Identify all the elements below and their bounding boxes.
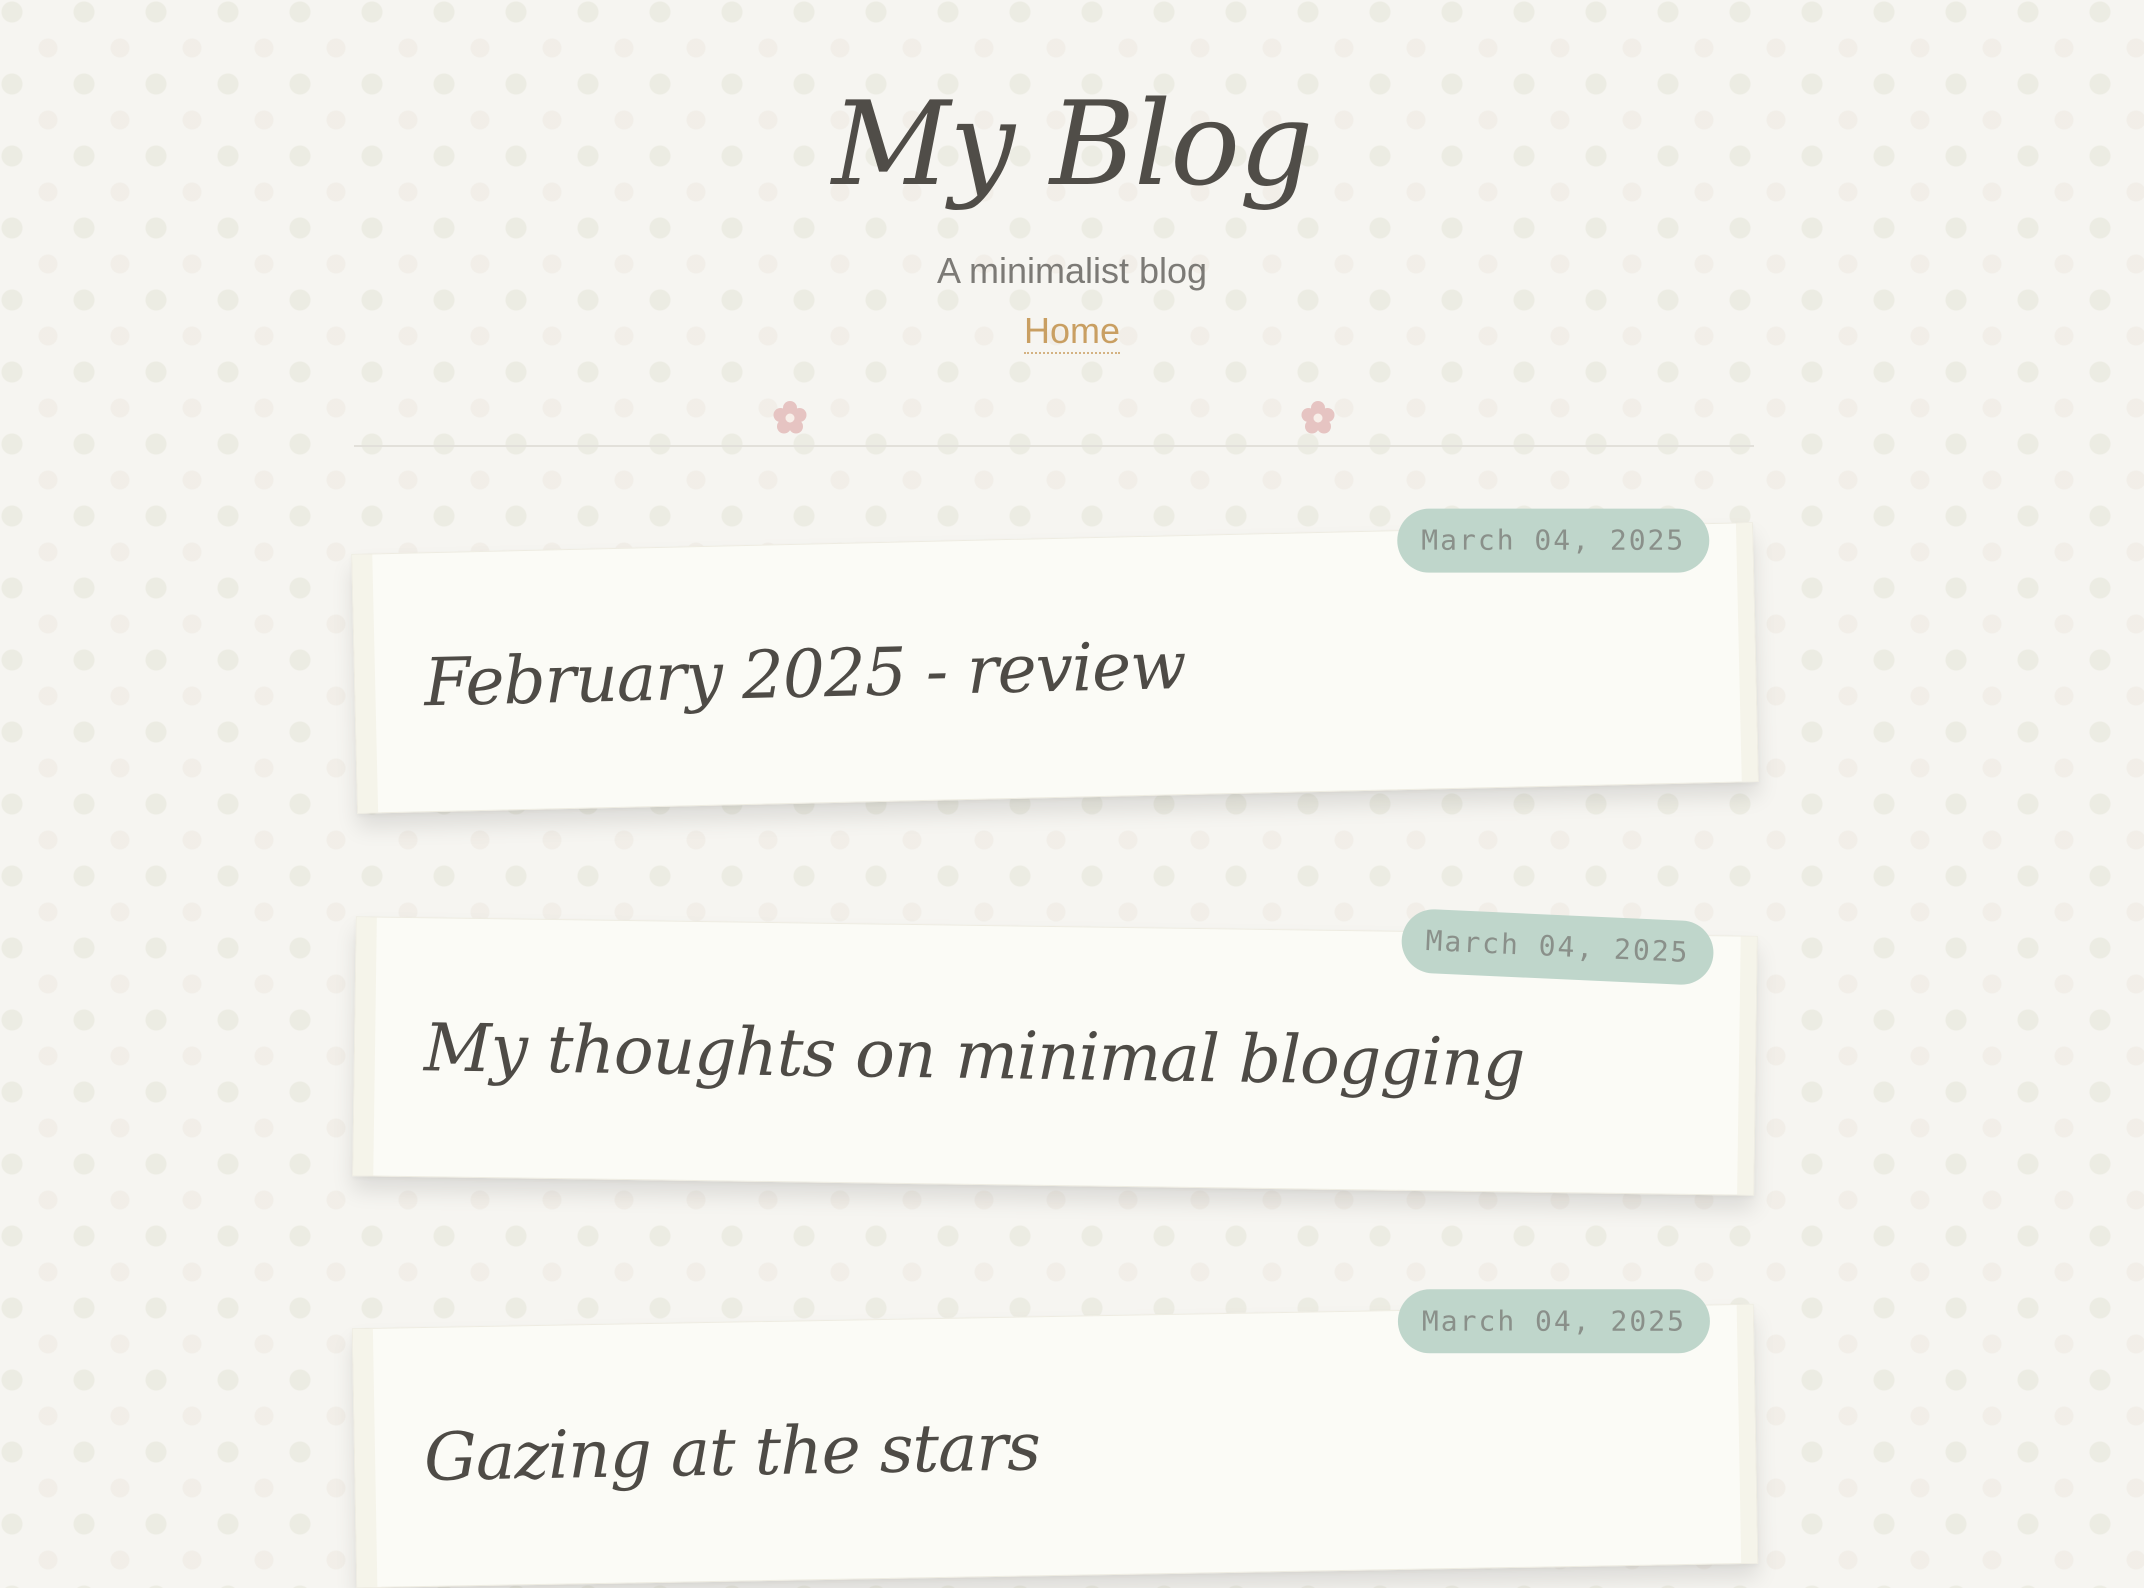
site-title[interactable]: My Blog <box>0 70 2144 220</box>
post-date-badge: March 04, 2025 <box>1397 508 1710 573</box>
post-title[interactable]: My thoughts on minimal blogging <box>423 1003 1664 1110</box>
post-date-badge: March 04, 2025 <box>1397 1289 1710 1354</box>
header-divider <box>354 445 1754 447</box>
post-card[interactable]: My thoughts on minimal blogging March 04… <box>352 907 1758 1196</box>
flower-icon <box>773 401 807 434</box>
site-tagline: A minimalist blog <box>936 250 1208 291</box>
post-card[interactable]: February 2025 - review March 04, 2025 <box>351 508 1759 814</box>
main-nav: Home <box>0 308 2144 354</box>
flower-icon <box>1301 401 1335 434</box>
nav-link-home[interactable]: Home <box>1023 310 1121 354</box>
post-card[interactable]: Gazing at the stars March 04, 2025 <box>351 1289 1759 1588</box>
